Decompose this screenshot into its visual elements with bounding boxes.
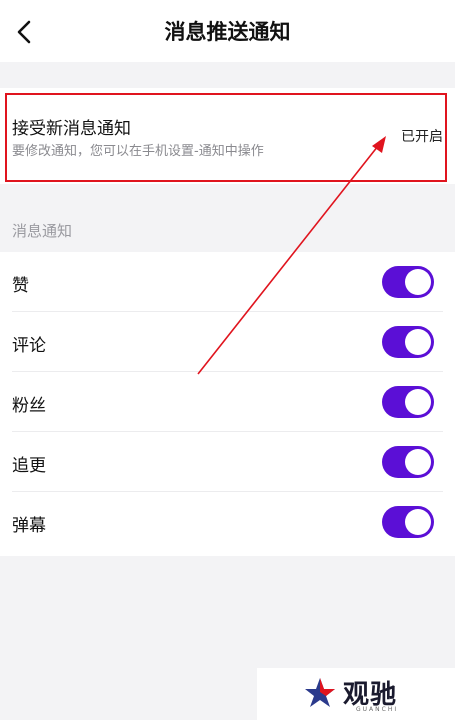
section-title: 消息通知 bbox=[12, 222, 73, 240]
list-item-comment: 评论 bbox=[0, 312, 455, 372]
item-label: 评论 bbox=[12, 336, 46, 356]
fans-toggle[interactable] bbox=[382, 386, 434, 418]
danmaku-toggle[interactable] bbox=[382, 506, 434, 538]
list-item-follow-update: 追更 bbox=[0, 432, 455, 492]
notification-list: 赞 评论 粉丝 追更 弹幕 bbox=[0, 252, 455, 556]
comment-toggle[interactable] bbox=[382, 326, 434, 358]
watermark: 观驰 GUANCHI bbox=[257, 668, 455, 720]
list-item-fans: 粉丝 bbox=[0, 372, 455, 432]
list-item-like: 赞 bbox=[0, 252, 455, 312]
list-item-danmaku: 弹幕 bbox=[0, 492, 455, 552]
star-logo-icon bbox=[305, 678, 335, 707]
toggle-knob bbox=[405, 269, 431, 295]
follow-update-toggle[interactable] bbox=[382, 446, 434, 478]
toggle-knob bbox=[405, 449, 431, 475]
top-spacer bbox=[0, 62, 455, 88]
toggle-knob bbox=[405, 389, 431, 415]
item-label: 粉丝 bbox=[12, 396, 46, 416]
item-label: 赞 bbox=[12, 276, 29, 296]
top-bar: 消息推送通知 bbox=[0, 0, 455, 62]
highlight-annotation-box bbox=[5, 93, 447, 182]
toggle-knob bbox=[405, 509, 431, 535]
item-label: 弹幕 bbox=[12, 516, 46, 536]
like-toggle[interactable] bbox=[382, 266, 434, 298]
page-title: 消息推送通知 bbox=[164, 20, 291, 44]
item-label: 追更 bbox=[12, 456, 46, 476]
watermark-subtext: GUANCHI bbox=[356, 706, 399, 713]
toggle-knob bbox=[405, 329, 431, 355]
